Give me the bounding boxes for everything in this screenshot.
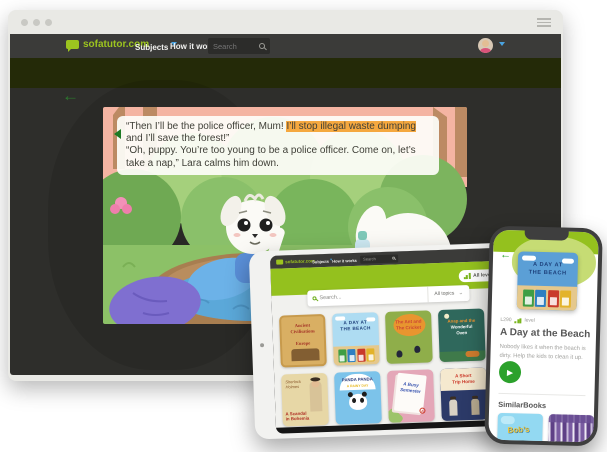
tablet-screen: sofatutor.com Subjects How it works Sear… [270,248,512,434]
level-code: L290 [500,317,511,323]
book-cover-busy-semester[interactable]: A BusySemester A [387,369,435,423]
sofa-logo-icon [276,259,283,264]
tablet-site: sofatutor.com Subjects How it works Sear… [270,248,512,428]
book-cover-short-trip-home[interactable]: A ShortTrip Home [440,367,488,421]
book-grid: AncientCivilisationsEurope A DAY ATTHE B… [279,308,488,426]
chevron-down-icon: ⌄ [458,290,463,296]
book-cover-ancient-civilisations[interactable]: AncientCivilisationsEurope [279,314,327,368]
similar-book-2[interactable] [548,414,594,442]
search-icon [312,296,316,300]
story-part2: and I’ll save the forest!” [126,133,229,144]
tablet-nav-how-it-works[interactable]: How it works [332,257,357,263]
similar-books-row: Bob’s [497,413,594,443]
phone-screen: ← A DAY ATTHE BEACH L290 level A Day at … [488,230,598,443]
story-text-box: “Then I’ll be the police officer, Mum! I… [117,116,439,175]
tablet-device: sofatutor.com Subjects How it works Sear… [249,242,517,439]
circled-a-icon: A [419,407,426,414]
nav-subjects-label: Subjects [135,43,168,52]
similar-books-heading: SimilarBooks [498,400,546,410]
level-row: L290 level [500,317,535,324]
back-arrow-icon[interactable]: ← [500,249,511,261]
cover-band [549,414,594,423]
play-button[interactable]: ▶ [499,361,522,384]
back-arrow-icon[interactable]: ← [62,86,79,106]
book-cover-scandal-in-bohemia[interactable]: SherlockHolmes A Scandalin Bohemia [281,373,329,427]
account-dropdown-icon [499,42,505,49]
book-description: Nobody likes it when the beach is dirty.… [499,343,588,363]
phone-notch [524,229,568,240]
window-dot-1[interactable] [21,19,28,26]
level-icon [464,273,471,280]
level-icon [514,318,521,323]
tablet-camera [260,343,264,347]
avatar[interactable] [478,38,493,53]
account-menu[interactable] [478,38,505,53]
speech-marker-icon [109,129,121,139]
tablet-nav-subjects[interactable]: Subjects [312,258,332,264]
play-icon: ▶ [507,368,513,377]
divider [498,393,585,396]
window-dot-3[interactable] [45,19,52,26]
story-line2: “Oh, puppy. You’re too young to be a pol… [126,145,416,168]
sofa-logo-icon [66,40,79,49]
book-title: A Day at the Beach [500,327,590,340]
search-input[interactable] [208,42,259,51]
nav-search-box[interactable] [208,38,270,54]
phone-device: ← A DAY ATTHE BEACH L290 level A Day at … [484,226,603,447]
search-icon[interactable] [259,43,265,49]
book-cover-wonderful-oven[interactable]: Anap and theWonderfulOven [438,308,486,362]
book-cover-day-at-the-beach[interactable]: A DAY ATTHE BEACH [517,251,578,311]
all-topics-dropdown[interactable]: All topics ⌄ [427,285,470,302]
window-dot-2[interactable] [33,19,40,26]
story-highlight[interactable]: I’ll stop illegal waste dumping [286,121,416,132]
tablet-nav-search[interactable]: Search [360,254,398,263]
menu-icon[interactable] [537,18,551,27]
similar-book-bobs[interactable]: Bob’s [497,413,543,443]
book-cover-day-at-the-beach[interactable]: A DAY ATTHE BEACH [332,312,380,366]
search-icon [392,257,395,260]
book-cover-panda-panda[interactable]: PANDA PANDA A RAINY DAY [334,371,382,425]
browser-chrome [8,10,563,34]
level-label: level [524,317,534,323]
book-cover-ant-and-cricket[interactable]: The Ant andThe Cricket [385,310,433,364]
site-navbar: sofatutor.com Subjects How it works [10,34,561,58]
stage: sofatutor.com Subjects How it works ← [0,0,607,452]
tablet-logo[interactable]: sofatutor.com [276,258,315,264]
story-part1: “Then I’ll be the police officer, Mum! [126,121,286,132]
reader-top-strip [10,58,561,88]
